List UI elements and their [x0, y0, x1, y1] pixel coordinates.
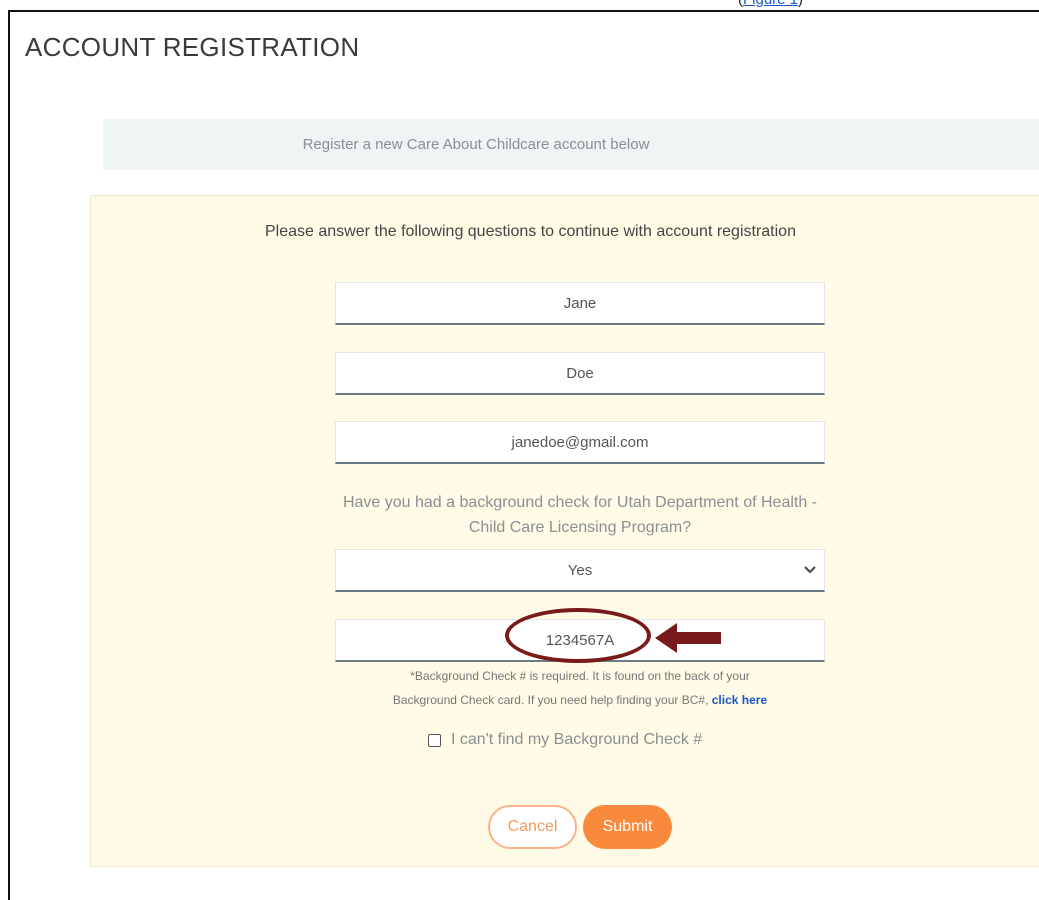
banner-text: Register a new Care About Childcare acco…	[302, 136, 650, 153]
help-text-line1: *Background Check # is required. It is f…	[410, 669, 750, 683]
cancel-button[interactable]: Cancel	[488, 805, 577, 849]
cant-find-bc-option[interactable]: I can't find my Background Check #	[428, 731, 702, 749]
submit-button[interactable]: Submit	[583, 805, 672, 849]
help-text: *Background Check # is required. It is f…	[335, 664, 825, 712]
background-check-question: Have you had a background check for Utah…	[342, 494, 818, 536]
background-check-select[interactable]: Yes	[335, 549, 825, 592]
checkbox-label: I can't find my Background Check #	[451, 731, 703, 748]
left-arrow-icon	[655, 623, 721, 653]
page-title: ACCOUNT REGISTRATION	[25, 32, 360, 62]
figure-link[interactable]: Figure 1	[743, 0, 798, 8]
help-text-line2: Background Check card. If you need help …	[392, 693, 709, 707]
annotation-circle	[505, 608, 651, 663]
select-value: Yes	[567, 562, 593, 579]
chevron-down-icon	[804, 550, 816, 591]
form-intro-text: Please answer the following questions to…	[265, 223, 796, 240]
email-input[interactable]	[335, 421, 825, 464]
last-name-input[interactable]	[335, 352, 825, 395]
figure-reference-close: )	[798, 0, 803, 8]
checkbox[interactable]	[428, 733, 441, 747]
info-banner: Register a new Care About Childcare acco…	[103, 119, 1039, 170]
first-name-input[interactable]	[335, 282, 825, 325]
help-link[interactable]: click here	[712, 693, 767, 707]
figure-reference: (Figure 1)	[738, 0, 803, 8]
